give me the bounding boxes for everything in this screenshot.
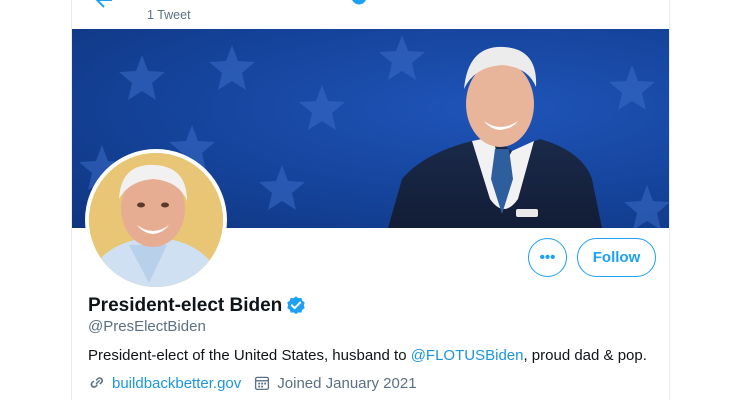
follow-button-label: Follow bbox=[592, 249, 641, 266]
joined-date: Joined January 2021 bbox=[277, 374, 417, 392]
profile-column: 1 Tweet ••• Follow President-elect Biden… bbox=[71, 0, 670, 400]
follow-button[interactable]: Follow bbox=[577, 238, 656, 277]
more-options-icon: ••• bbox=[539, 249, 556, 266]
name-row: President-elect Biden bbox=[88, 294, 307, 318]
display-name: President-elect Biden bbox=[88, 295, 283, 316]
verified-badge-icon bbox=[352, 0, 366, 5]
tweet-count: 1 Tweet bbox=[147, 8, 191, 22]
more-options-button[interactable]: ••• bbox=[528, 238, 567, 277]
bio-text: President-elect of the United States, hu… bbox=[88, 347, 411, 364]
user-handle: @PresElectBiden bbox=[88, 318, 206, 335]
profile-header-bar: 1 Tweet bbox=[72, 0, 669, 29]
calendar-icon bbox=[255, 376, 270, 391]
verified-badge-icon bbox=[287, 296, 305, 315]
avatar[interactable] bbox=[85, 149, 227, 291]
avatar-image bbox=[89, 153, 223, 287]
bio-mention-link[interactable]: @FLOTUSBiden bbox=[411, 347, 524, 364]
website-link[interactable]: buildbackbetter.gov bbox=[112, 375, 241, 392]
back-arrow-icon[interactable] bbox=[92, 0, 116, 12]
profile-bio: President-elect of the United States, hu… bbox=[88, 347, 647, 364]
profile-meta: buildbackbetter.gov Joined January 2021 bbox=[88, 374, 417, 392]
bio-text-end: , proud dad & pop. bbox=[523, 347, 647, 364]
link-icon bbox=[90, 377, 104, 388]
